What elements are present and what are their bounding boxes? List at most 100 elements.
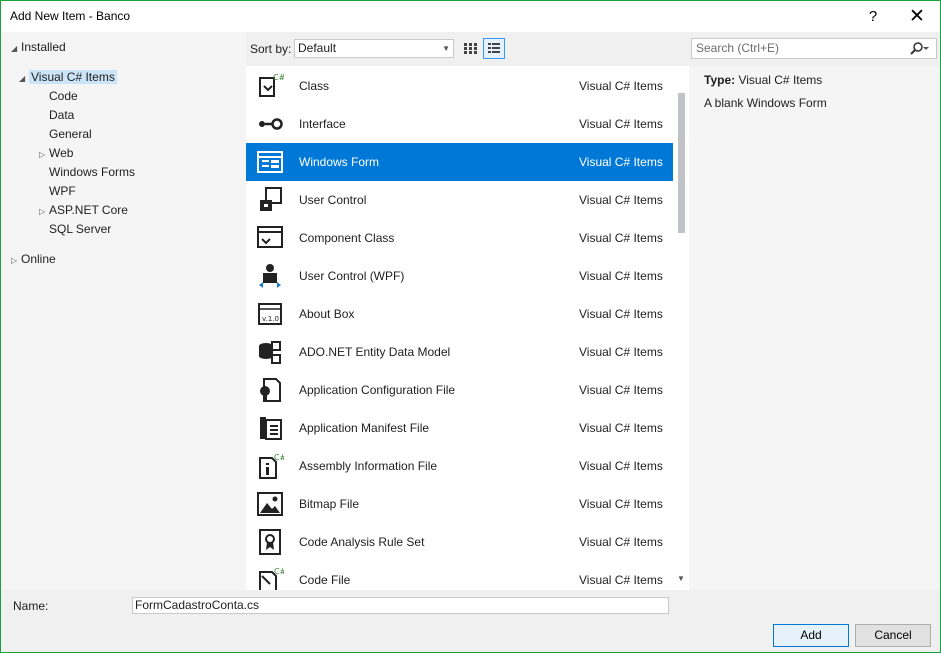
tree-node-asp-net-core[interactable]: ▷ ASP.NET Core (39, 201, 128, 220)
svg-text:C#: C# (274, 567, 284, 576)
tree-node-code[interactable]: Code (39, 87, 78, 106)
template-item-application-manifest-file[interactable]: Application Manifest File Visual C# Items (246, 409, 673, 447)
item-category: Visual C# Items (579, 117, 663, 131)
item-category: Visual C# Items (579, 79, 663, 93)
chevron-down-icon: ▼ (442, 44, 450, 53)
item-category: Visual C# Items (579, 155, 663, 169)
about-box-icon: v.1.0 (256, 300, 284, 328)
tree-node-label: Web (49, 146, 74, 160)
manifest-file-icon (256, 414, 284, 442)
close-button[interactable]: ✕ (895, 1, 939, 32)
item-details-panel: Type: Visual C# Items A blank Windows Fo… (689, 66, 940, 590)
template-tree: ◢ Installed ◢ Visual C# Items Code Data Genera… (1, 32, 246, 590)
expand-arrow-icon[interactable]: ▷ (39, 145, 49, 164)
tree-node-label: Visual C# Items (29, 70, 117, 84)
expand-arrow-icon[interactable]: ▷ (11, 251, 21, 270)
tree-node-wpf[interactable]: WPF (39, 182, 76, 201)
item-type: Type: Visual C# Items (704, 73, 822, 87)
item-category: Visual C# Items (579, 535, 663, 549)
search-placeholder: Search (Ctrl+E) (696, 41, 780, 55)
tree-node-label: ASP.NET Core (49, 203, 128, 217)
name-label: Name: (13, 599, 49, 613)
item-name: About Box (299, 307, 355, 321)
tree-node-label: Online (21, 252, 56, 266)
template-item-user-control-wpf[interactable]: User Control (WPF) Visual C# Items (246, 257, 673, 295)
sort-by-dropdown[interactable]: Default ▼ (294, 39, 454, 58)
item-category: Visual C# Items (579, 193, 663, 207)
tree-node-label: Windows Forms (49, 165, 136, 179)
name-field[interactable]: FormCadastroConta.cs (132, 597, 669, 614)
add-new-item-dialog: Add New Item - Banco ? ✕ ◢ Installed ◢ Visu… (0, 0, 941, 653)
sort-by-label: Sort by: (250, 42, 292, 56)
template-item-assembly-information-file[interactable]: C# Assembly Information File Visual C# Ite… (246, 447, 673, 485)
template-item-code-analysis-rule-set[interactable]: Code Analysis Rule Set Visual C# Items (246, 523, 673, 561)
template-item-windows-form[interactable]: Windows Form Visual C# Items (246, 143, 673, 181)
template-item-code-file[interactable]: C# Code File Visual C# Items (246, 561, 673, 590)
list-view-button[interactable] (483, 38, 505, 59)
tree-node-installed[interactable]: ◢ Installed (11, 38, 66, 57)
item-name: Code Analysis Rule Set (299, 535, 425, 549)
bitmap-file-icon (256, 490, 284, 518)
item-name: Application Configuration File (299, 383, 456, 397)
add-button[interactable]: Add (773, 624, 849, 647)
tree-node-label: Installed (21, 40, 66, 54)
interface-icon (256, 110, 284, 138)
item-category: Visual C# Items (579, 459, 663, 473)
template-item-about-box[interactable]: v.1.0 About Box Visual C# Items (246, 295, 673, 333)
tree-node-label: SQL Server (49, 222, 112, 236)
item-category: Visual C# Items (579, 231, 663, 245)
tree-node-windows-forms[interactable]: Windows Forms (39, 163, 135, 182)
small-icons-view-button[interactable] (459, 38, 481, 59)
tree-node-web[interactable]: ▷ Web (39, 144, 73, 163)
svg-text:C#: C# (273, 73, 284, 82)
vertical-scrollbar[interactable]: ▼ (674, 66, 688, 590)
search-icon[interactable] (908, 39, 930, 64)
item-category: Visual C# Items (579, 383, 663, 397)
item-template-list: C# Class Visual C# Items Interface Visual C#… (246, 66, 689, 590)
item-name: Assembly Information File (299, 459, 438, 473)
class-icon: C# (256, 72, 286, 100)
expand-arrow-icon[interactable]: ▷ (39, 202, 49, 221)
rule-set-icon (256, 528, 284, 556)
component-class-icon (256, 224, 284, 252)
window-title: Add New Item - Banco (10, 9, 131, 23)
expand-arrow-icon[interactable]: ◢ (11, 39, 21, 58)
item-category: Visual C# Items (579, 307, 663, 321)
item-name: Code File (299, 573, 351, 587)
expand-arrow-icon[interactable]: ◢ (19, 69, 29, 88)
item-name: Component Class (299, 231, 395, 245)
template-item-user-control[interactable]: User Control Visual C# Items (246, 181, 673, 219)
item-name: Class (299, 79, 330, 93)
tree-node-sql-server[interactable]: SQL Server (39, 220, 111, 239)
item-category: Visual C# Items (579, 497, 663, 511)
template-item-class[interactable]: C# Class Visual C# Items (246, 67, 673, 105)
svg-text:C#: C# (274, 453, 284, 462)
entity-data-model-icon (256, 338, 284, 366)
tree-node-general[interactable]: General (39, 125, 92, 144)
item-name: Windows Form (299, 155, 380, 169)
scrollbar-thumb[interactable] (678, 93, 685, 233)
item-category: Visual C# Items (579, 421, 663, 435)
cancel-button[interactable]: Cancel (855, 624, 931, 647)
template-item-bitmap-file[interactable]: Bitmap File Visual C# Items (246, 485, 673, 523)
item-category: Visual C# Items (579, 573, 663, 587)
list-view-icon (488, 43, 500, 53)
search-input[interactable]: Search (Ctrl+E) (691, 38, 937, 59)
help-button[interactable]: ? (851, 1, 895, 32)
scroll-down-arrow-icon[interactable]: ▼ (677, 574, 685, 583)
item-name: Interface (299, 117, 346, 131)
template-item-ado-net-entity-data-model[interactable]: ADO.NET Entity Data Model Visual C# Items (246, 333, 673, 371)
tree-node-label: WPF (49, 184, 76, 198)
tree-node-data[interactable]: Data (39, 106, 74, 125)
tree-node-visual-c-items[interactable]: ◢ Visual C# Items (19, 68, 117, 87)
item-category: Visual C# Items (579, 345, 663, 359)
sort-by-value: Default (298, 41, 337, 55)
item-category: Visual C# Items (579, 269, 663, 283)
template-item-interface[interactable]: Interface Visual C# Items (246, 105, 673, 143)
item-name: ADO.NET Entity Data Model (299, 345, 451, 359)
user-control-icon (256, 186, 284, 214)
type-value: Visual C# Items (738, 73, 823, 87)
template-item-component-class[interactable]: Component Class Visual C# Items (246, 219, 673, 257)
tree-node-online[interactable]: ▷ Online (11, 250, 56, 269)
template-item-application-configuration-file[interactable]: Application Configuration File Visual C# … (246, 371, 673, 409)
